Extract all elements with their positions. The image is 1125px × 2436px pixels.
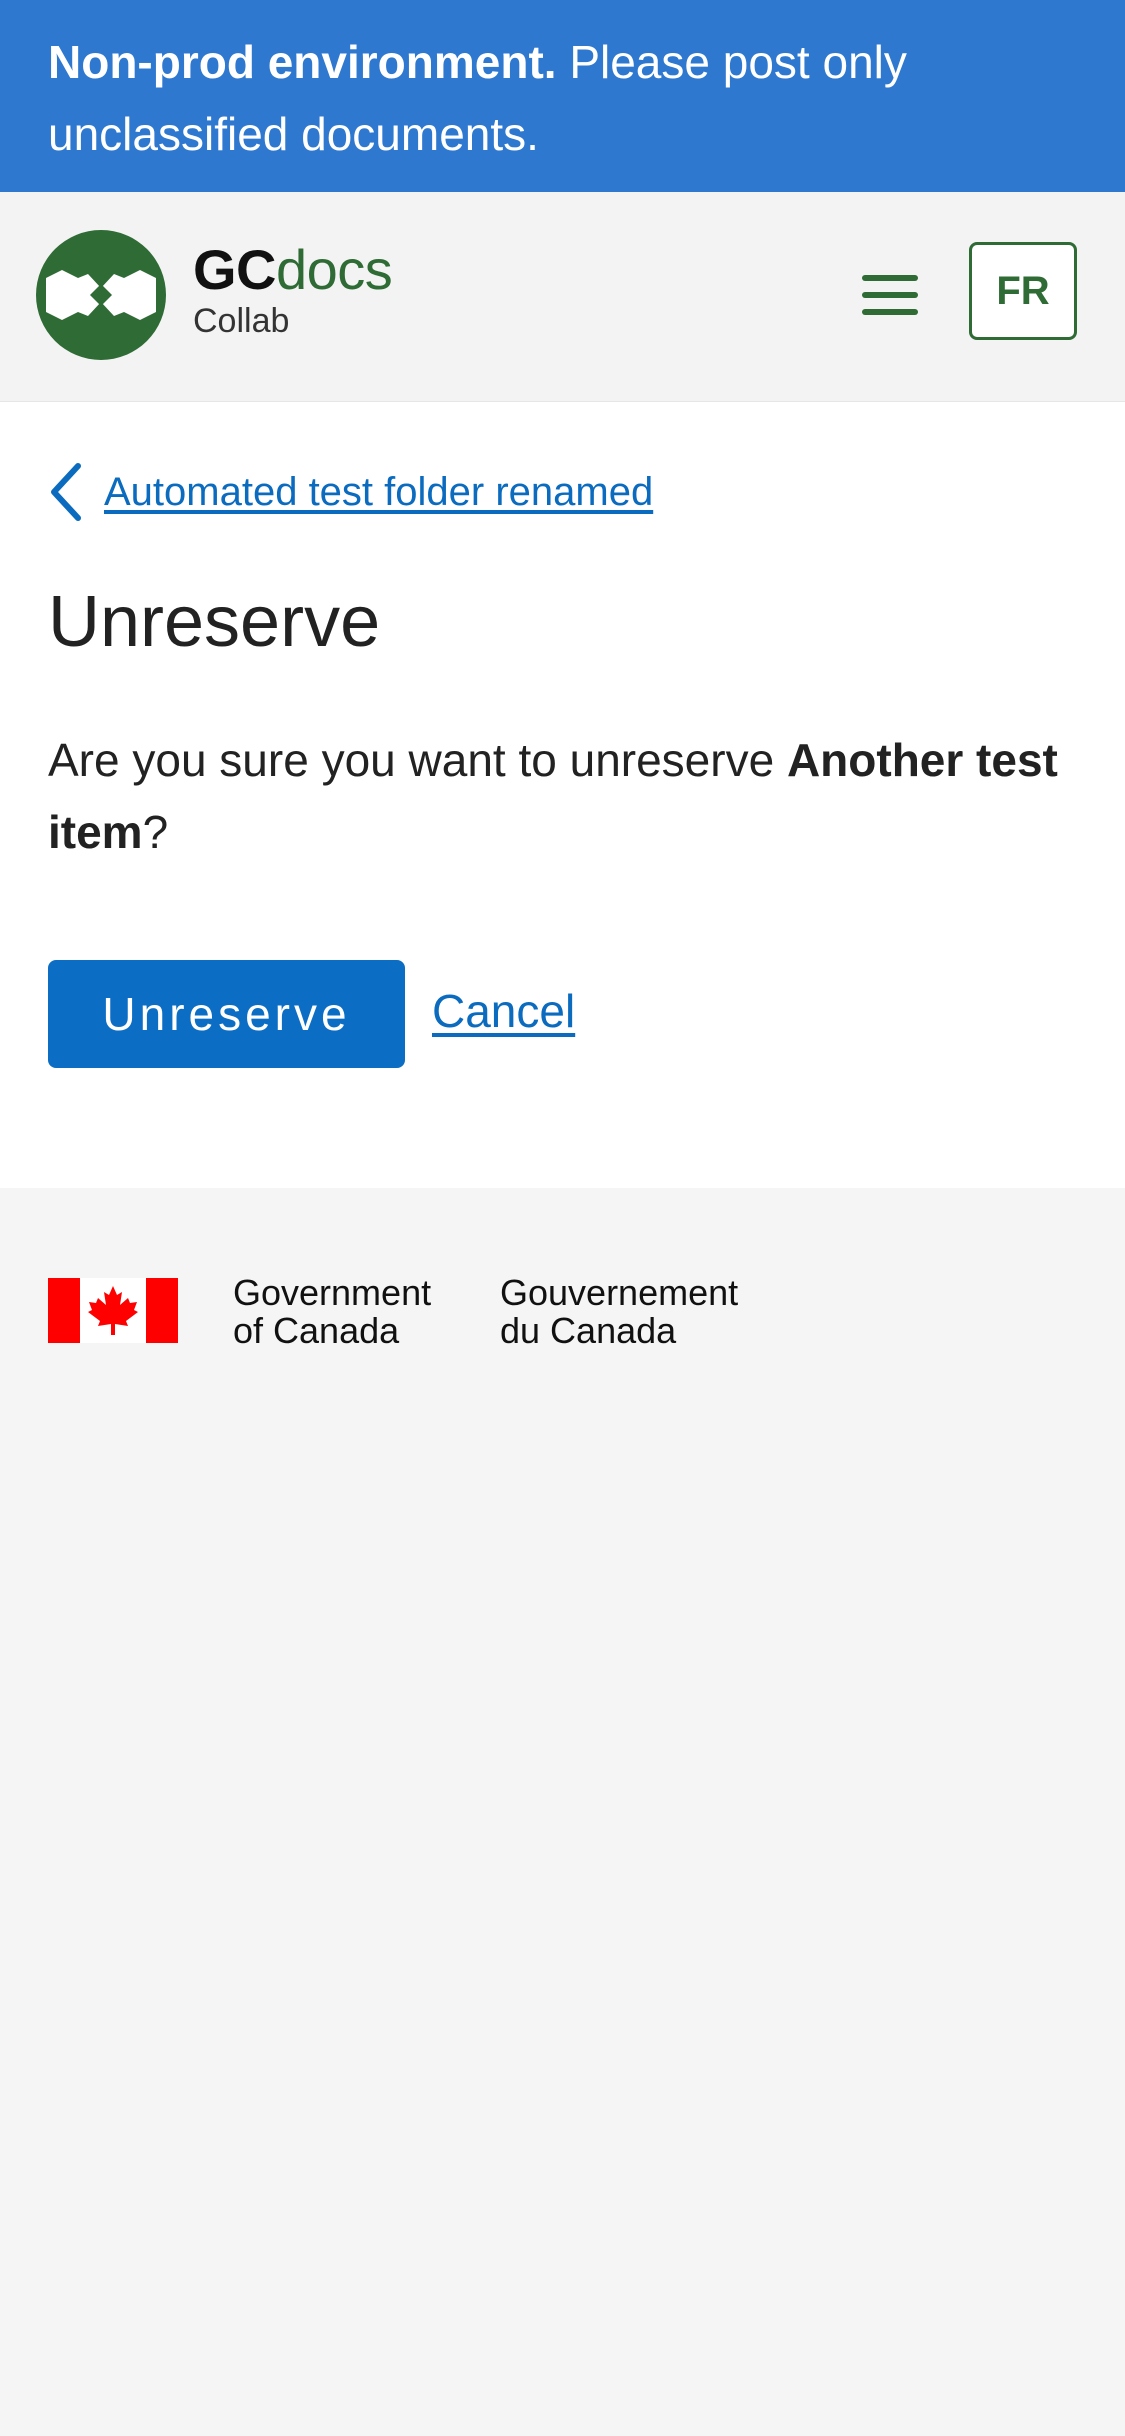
banner-text: Please post only xyxy=(556,36,907,88)
environment-banner: Non-prod environment. Please post only u… xyxy=(0,0,1125,192)
government-of-canada-wordmark-en: Government of Canada xyxy=(233,1274,431,1350)
chevron-left-icon xyxy=(51,463,81,521)
gov-fr-line1: Gouvernement xyxy=(500,1272,739,1313)
site-header: GCdocs Collab FR xyxy=(0,192,1125,402)
hamburger-menu-icon[interactable] xyxy=(862,275,918,315)
site-footer: Government of Canada Gouvernement du Can… xyxy=(0,1188,1125,2436)
brand-gc: GC xyxy=(193,238,277,301)
brand-subtitle: Collab xyxy=(193,302,290,340)
form-actions: Unreserve Cancel xyxy=(48,960,575,1068)
brand[interactable]: GCdocs Collab xyxy=(193,238,393,341)
banner-text-line2: unclassified documents. xyxy=(48,108,539,160)
confirmation-prefix: Are you sure you want to unreserve xyxy=(48,734,787,786)
confirmation-message: Are you sure you want to unreserve Anoth… xyxy=(48,724,1078,868)
banner-bold-text: Non-prod environment. xyxy=(48,36,557,88)
brand-docs: docs xyxy=(276,238,393,301)
canada-flag-icon xyxy=(48,1278,178,1343)
unreserve-button[interactable]: Unreserve xyxy=(48,960,405,1068)
gov-en-line2: of Canada xyxy=(233,1310,400,1351)
gcdocs-logo-icon[interactable] xyxy=(36,230,166,360)
government-of-canada-wordmark-fr: Gouvernement du Canada xyxy=(500,1274,738,1350)
language-toggle-button[interactable]: FR xyxy=(969,242,1077,340)
brand-title: GCdocs xyxy=(193,238,393,301)
main-content: Automated test folder renamed Unreserve … xyxy=(0,402,1125,1188)
back-link[interactable]: Automated test folder renamed xyxy=(48,462,653,522)
cancel-link[interactable]: Cancel xyxy=(432,984,575,1038)
back-link-text[interactable]: Automated test folder renamed xyxy=(104,470,653,515)
confirmation-suffix: ? xyxy=(142,806,169,858)
gov-fr-line2: du Canada xyxy=(500,1310,677,1351)
page-title: Unreserve xyxy=(48,582,381,662)
gov-en-line1: Government xyxy=(233,1272,432,1313)
